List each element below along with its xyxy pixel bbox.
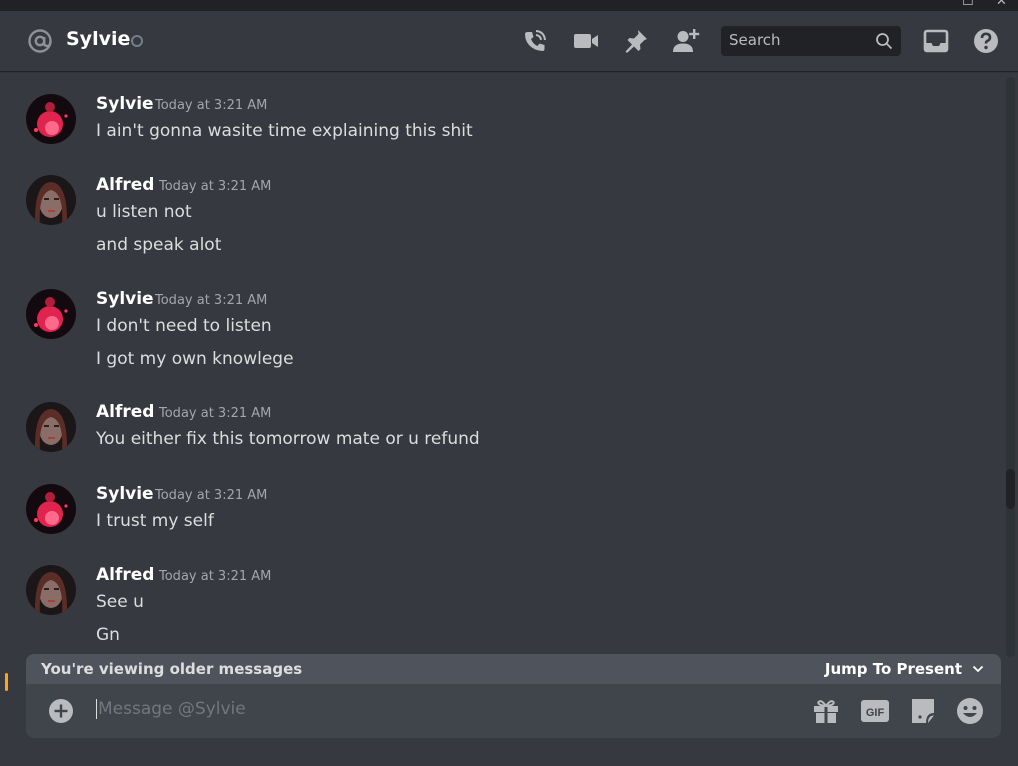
message-author[interactable]: Alfred xyxy=(96,402,154,422)
message-timestamp: Today at 3:21 AM xyxy=(159,179,272,194)
message-author[interactable]: Sylvie xyxy=(96,484,154,504)
search-input[interactable]: Search xyxy=(721,26,901,56)
message-text: I trust my self xyxy=(96,511,214,531)
message-text: u listen not xyxy=(96,202,192,222)
upload-plus-icon[interactable] xyxy=(48,698,74,724)
message-timestamp: Today at 3:21 AM xyxy=(155,98,268,113)
message-text: and speak alot xyxy=(96,235,222,255)
pinned-messages-icon[interactable] xyxy=(622,27,650,55)
chevron-down-icon xyxy=(972,665,984,673)
alfred-avatar[interactable] xyxy=(26,402,76,452)
message-input[interactable]: Message @Sylvie xyxy=(96,699,246,719)
at-sign-icon xyxy=(28,29,52,53)
sticker-icon[interactable] xyxy=(908,696,938,726)
maximize-icon[interactable]: ☐ xyxy=(962,0,974,9)
search-icon xyxy=(876,33,893,50)
sylvie-avatar[interactable] xyxy=(26,94,76,144)
message-timestamp: Today at 3:21 AM xyxy=(155,293,268,308)
message-author[interactable]: Alfred xyxy=(96,565,154,585)
jump-to-present-button[interactable]: Jump To Present xyxy=(825,660,984,678)
message-timestamp: Today at 3:21 AM xyxy=(159,569,272,584)
sylvie-avatar[interactable] xyxy=(26,484,76,534)
older-messages-bar: You're viewing older messages Jump To Pr… xyxy=(26,654,1001,686)
message-composer: Message @Sylvie GIF xyxy=(26,684,1001,738)
video-call-icon[interactable] xyxy=(572,27,600,55)
message-timestamp: Today at 3:21 AM xyxy=(159,406,272,421)
alfred-avatar[interactable] xyxy=(26,175,76,225)
message-text: I don't need to listen xyxy=(96,316,272,336)
message-timestamp: Today at 3:21 AM xyxy=(155,488,268,503)
close-icon[interactable]: ✕ xyxy=(996,0,1007,9)
offline-status-icon xyxy=(131,35,143,47)
voice-call-icon[interactable] xyxy=(521,27,549,55)
message-text: I ain't gonna wasite time explaining thi… xyxy=(96,121,473,141)
message-author[interactable]: Sylvie xyxy=(96,289,154,309)
scrollbar-thumb[interactable] xyxy=(1006,469,1015,509)
jump-to-present-label: Jump To Present xyxy=(824,660,962,678)
older-messages-text: You're viewing older messages xyxy=(41,660,303,678)
add-friend-icon[interactable] xyxy=(672,27,700,55)
unread-indicator xyxy=(5,673,8,691)
emoji-picker-icon[interactable] xyxy=(955,696,985,726)
gift-icon[interactable] xyxy=(811,696,841,726)
search-placeholder: Search xyxy=(729,31,781,49)
message-text: I got my own knowlege xyxy=(96,349,294,369)
message-author[interactable]: Alfred xyxy=(96,175,154,195)
message-author[interactable]: Sylvie xyxy=(96,94,154,114)
inbox-icon[interactable] xyxy=(922,27,950,55)
message-text: You either fix this tomorrow mate or u r… xyxy=(96,429,480,449)
message-list: Sylvie Today at 3:21 AM I ain't gonna wa… xyxy=(0,72,1000,657)
window-titlebar: ☐ ✕ xyxy=(0,0,1018,11)
message-text: Gn xyxy=(96,625,120,645)
channel-title: Sylvie xyxy=(66,28,131,50)
gif-label: GIF xyxy=(866,707,885,719)
help-icon[interactable] xyxy=(972,27,1000,55)
alfred-avatar[interactable] xyxy=(26,565,76,615)
message-text: See u xyxy=(96,592,144,612)
scrollbar-track[interactable] xyxy=(1006,77,1015,657)
gif-picker-icon[interactable]: GIF xyxy=(860,696,890,726)
channel-header: Sylvie Search xyxy=(0,11,1018,71)
sylvie-avatar[interactable] xyxy=(26,289,76,339)
